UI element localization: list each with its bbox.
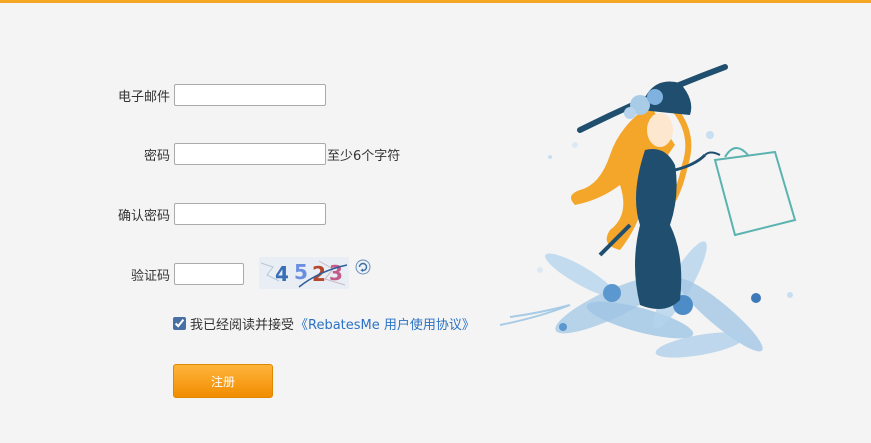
terms-link[interactable]: 《RebatesMe 用户使用协议》: [295, 314, 475, 333]
confirm-password-row: 确认密码: [0, 201, 326, 227]
email-label: 电子邮件: [117, 89, 170, 105]
register-button[interactable]: 注册: [173, 364, 273, 398]
face-shape: [647, 113, 673, 147]
email-row: 电子邮件: [0, 82, 326, 108]
confirm-password-field[interactable]: [174, 203, 326, 225]
shopping-woman-illustration: [499, 64, 797, 358]
captcha-image[interactable]: 4 5 2 3: [259, 257, 349, 289]
captcha-digit: 5: [294, 260, 308, 284]
confirm-password-label: 确认密码: [117, 208, 170, 224]
email-field[interactable]: [174, 84, 326, 106]
password-field[interactable]: [174, 143, 326, 165]
agreement-row: 我已经阅读并接受 《RebatesMe 用户使用协议》: [173, 314, 475, 333]
refresh-icon[interactable]: [355, 259, 371, 275]
flower-decoration: [499, 241, 763, 358]
password-hint: 至少6个字符: [327, 148, 401, 164]
password-label: 密码: [143, 148, 170, 164]
shopping-bag-shape: [704, 147, 797, 237]
password-row: 密码 至少6个字符: [0, 141, 400, 167]
agree-checkbox[interactable]: [173, 316, 186, 330]
top-accent-bar: [0, 0, 871, 3]
captcha-label: 验证码: [130, 268, 170, 284]
agree-text: 我已经阅读并接受: [190, 317, 295, 333]
captcha-digit: 3: [329, 261, 343, 285]
captcha-field[interactable]: [174, 263, 244, 285]
captcha-row: 验证码: [0, 261, 244, 287]
captcha-digit: 4: [275, 262, 289, 286]
